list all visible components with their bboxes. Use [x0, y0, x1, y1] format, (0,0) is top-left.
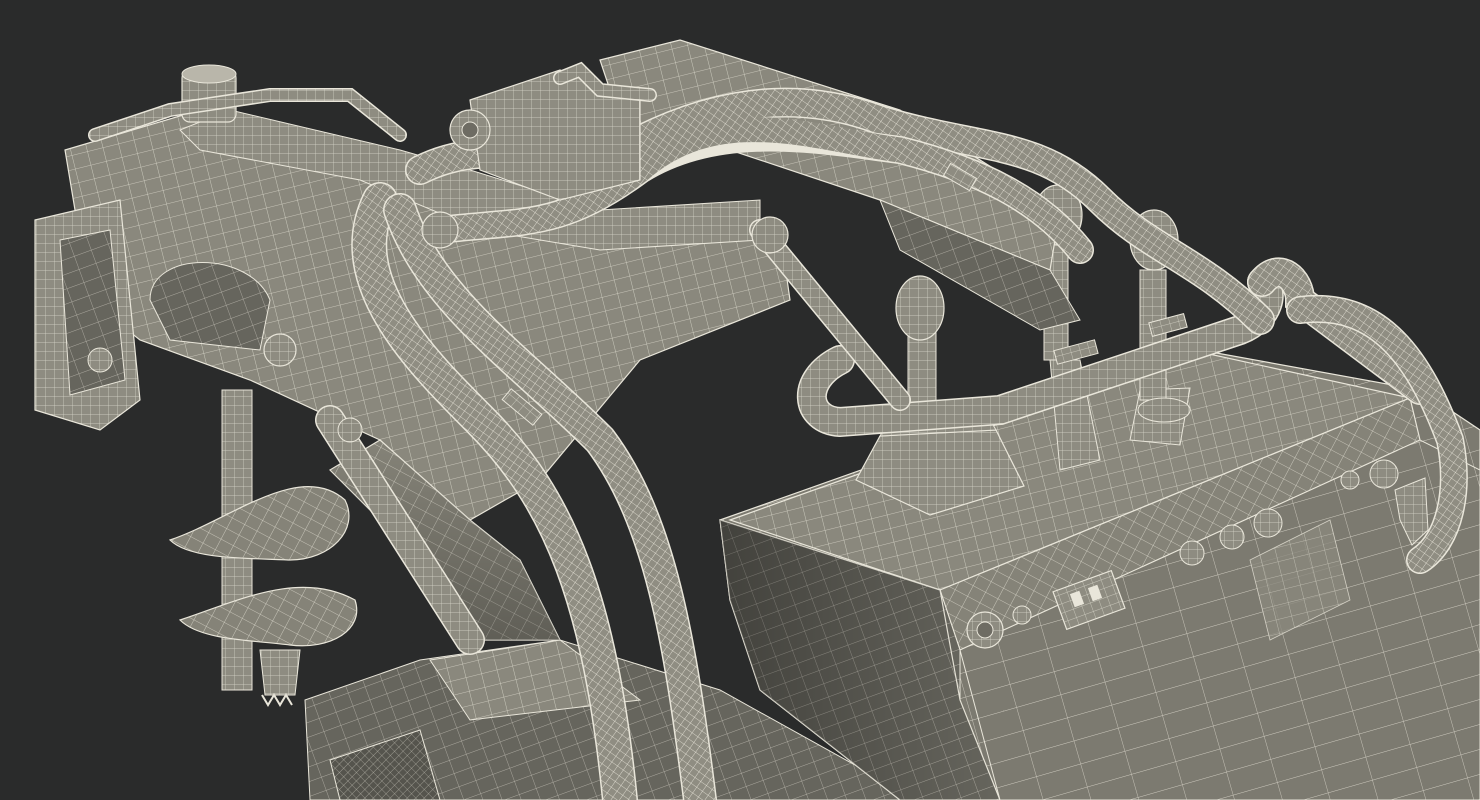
gauge-1 [1179, 540, 1205, 566]
gauge-5 [1369, 459, 1399, 489]
auger-flight-upper [168, 486, 350, 561]
gauge-3 [1253, 508, 1283, 538]
gauge-2 [1219, 524, 1245, 550]
auger-flight-lower [178, 586, 358, 647]
render-viewport [0, 0, 1480, 800]
auger-tip [259, 649, 301, 696]
gauge-4 [1340, 470, 1360, 490]
indicator-light [1012, 605, 1032, 625]
joystick-knob [895, 275, 945, 341]
wireframe-render [34, 39, 1480, 800]
operator-console [719, 184, 1480, 800]
